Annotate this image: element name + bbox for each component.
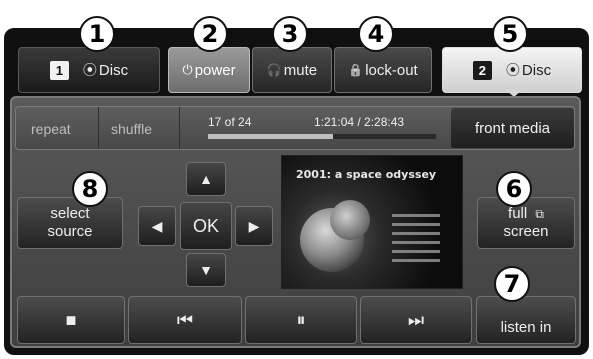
next-track-icon: ⏭ [407, 309, 425, 330]
power-label: power [194, 61, 236, 79]
full-screen-icon: ⧉ [535, 207, 544, 221]
up-arrow-icon: ▲ [199, 171, 213, 187]
elapsed-time: 1:21:04 / 2:28:43 [314, 115, 405, 129]
lock-icon: 🔒 [348, 63, 364, 77]
mute-button[interactable]: 🎧 mute [252, 47, 332, 93]
progress-fill [208, 134, 334, 139]
callout-7: 7 [494, 266, 530, 302]
callout-8: 8 [72, 171, 108, 207]
divider [98, 107, 99, 149]
stop-button[interactable]: ■ [17, 296, 125, 344]
lock-out-button[interactable]: 🔒 lock-out [334, 47, 432, 93]
right-arrow-button[interactable]: ▶ [235, 206, 273, 246]
select-source-line2: source [47, 223, 93, 240]
callout-5: 5 [492, 16, 528, 52]
zone2-disc-tab[interactable]: 2 ⦿ Disc [442, 47, 582, 93]
status-bar: repeat shuffle 17 of 24 1:21:04 / 2:28:4… [15, 106, 575, 150]
left-arrow-icon: ◀ [151, 217, 163, 234]
video-display[interactable]: 2001: a space odyssey [281, 155, 463, 289]
left-arrow-button[interactable]: ◀ [138, 206, 176, 246]
callout-2: 2 [192, 16, 228, 52]
ok-button[interactable]: OK [180, 202, 232, 250]
callout-6: 6 [496, 171, 532, 207]
divider [179, 107, 180, 149]
zone2-number: 2 [472, 60, 492, 80]
track-counter: 17 of 24 [208, 115, 252, 129]
right-arrow-icon: ▶ [248, 217, 260, 234]
pause-button[interactable]: ⏸ [245, 296, 357, 344]
zone1-number: 1 [49, 60, 69, 80]
full-screen-line2: screen [503, 223, 549, 240]
select-source-button[interactable]: select source [17, 197, 123, 249]
dvd-menu-lines [392, 214, 440, 268]
callout-3: 3 [272, 16, 308, 52]
shuffle-button[interactable]: shuffle [111, 121, 152, 137]
ok-label: OK [192, 215, 219, 236]
headphones-icon: 🎧 [266, 63, 282, 77]
listen-in-label: listen in [500, 318, 552, 336]
callout-4: 4 [358, 16, 394, 52]
moon-image [330, 200, 370, 240]
zone1-label: Disc [98, 61, 129, 79]
power-icon: ⏻ [182, 62, 193, 77]
listen-in-button[interactable]: listen in [476, 296, 576, 344]
full-screen-line1: full ⧉ [508, 205, 544, 223]
previous-track-button[interactable]: ⏮ [128, 296, 242, 344]
disc-icon: ⦿ [82, 62, 97, 78]
down-arrow-icon: ▼ [199, 262, 213, 278]
repeat-button[interactable]: repeat [31, 121, 71, 137]
down-arrow-button[interactable]: ▼ [186, 253, 226, 287]
video-title: 2001: a space odyssey [296, 168, 437, 181]
disc-icon: ⦿ [505, 62, 520, 78]
power-button[interactable]: ⏻ power [168, 47, 250, 93]
mute-label: mute [283, 61, 318, 79]
pause-icon: ⏸ [296, 309, 306, 330]
select-source-line1: select [50, 205, 90, 222]
stop-icon: ■ [65, 309, 77, 330]
previous-track-icon: ⏮ [176, 309, 194, 330]
full-screen-text: full [508, 205, 528, 222]
progress-bar[interactable] [208, 134, 436, 139]
up-arrow-button[interactable]: ▲ [186, 162, 226, 196]
full-screen-button[interactable]: full ⧉ screen [477, 197, 575, 249]
callout-1: 1 [79, 16, 115, 52]
zone2-label: Disc [521, 61, 552, 79]
next-track-button[interactable]: ⏭ [360, 296, 472, 344]
zone1-disc-tab[interactable]: 1 ⦿ Disc [18, 47, 160, 93]
front-media-button[interactable]: front media [451, 108, 574, 148]
lock-out-label: lock-out [365, 61, 418, 79]
